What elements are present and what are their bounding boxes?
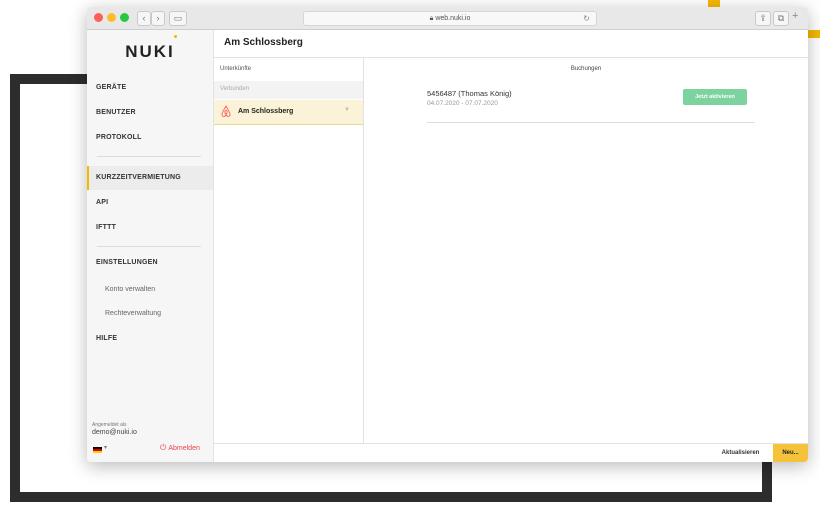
nav-item-devices[interactable]: GERÄTE [87,76,213,100]
group-label: Verbunden [220,86,250,92]
share-icon[interactable]: ⇪ [755,11,771,26]
logged-in-label: Angemeldet als [92,422,127,428]
sidebar-toggle-icon[interactable]: ▭ [169,11,187,26]
close-window-button[interactable] [94,13,103,22]
maximize-window-button[interactable] [120,13,129,22]
url-text: web.nuki.io [435,15,471,22]
sidebar: NUKI GERÄTE BENUTZER PROTOKOLL KURZZEITV… [87,30,214,462]
booking-dates: 04.07.2020 - 07.07.2020 [427,100,498,107]
footer-bar: Aktualisieren Neu... [214,443,808,462]
browser-titlebar: ‹ › ▭ 🔒︎ web.nuki.io ↻ ⇪ ⧉ + [87,7,808,30]
nav-item-rights-management[interactable]: Rechteverwaltung [87,304,213,324]
nav-item-ifttt[interactable]: IFTTT [87,216,213,240]
bookings-heading: Buchungen [570,66,602,72]
accommodations-heading: Unterkünfte [220,66,252,72]
new-button[interactable]: Neu... [773,444,808,462]
nuki-logo: NUKI [125,42,175,61]
accommodation-name: Am Schlossberg [238,108,294,115]
airbnb-icon [221,105,231,117]
nav-item-users[interactable]: BENUTZER [87,101,213,125]
nav-item-protocol[interactable]: PROTOKOLL [87,126,213,150]
language-dropdown-icon[interactable]: ▾ [104,444,107,451]
tabs-overview-icon[interactable]: ⧉ [773,11,789,26]
logout-label: Abmelden [168,445,200,452]
nav-item-settings[interactable]: EINSTELLUNGEN [87,251,213,275]
german-flag-icon[interactable] [93,447,102,453]
chevron-down-icon[interactable]: ▼ [344,107,350,113]
logo-dot-icon [174,35,177,38]
accommodations-panel: Unterkünfte Verbunden Am Schlossberg ▼ [214,58,364,443]
nav-divider [97,246,201,247]
nav-item-short-term-rental[interactable]: KURZZEITVERMIETUNG [87,166,213,190]
nav-divider [97,156,201,157]
activate-now-button[interactable]: Jetzt aktivieren [683,89,747,105]
new-tab-icon[interactable]: + [792,10,798,22]
background-yellow-accent-right [808,30,820,38]
minimize-window-button[interactable] [107,13,116,22]
page-header: Am Schlossberg [214,30,808,58]
booking-title: 5456487 (Thomas König) [427,89,512,98]
reload-icon[interactable]: ↻ [583,12,590,25]
booking-row: 5456487 (Thomas König) 04.07.2020 - 07.0… [427,86,755,123]
bookings-panel: Buchungen 5456487 (Thomas König) 04.07.2… [364,58,808,443]
forward-icon[interactable]: › [151,11,165,26]
refresh-button[interactable]: Aktualisieren [711,444,770,462]
accommodation-item[interactable]: Am Schlossberg ▼ [214,100,363,125]
back-icon[interactable]: ‹ [137,11,151,26]
logout-button[interactable]: ⏻ Abmelden [160,443,200,453]
logged-in-email: demo@nuki.io [92,429,137,436]
page-title: Am Schlossberg [224,37,303,48]
browser-window: ‹ › ▭ 🔒︎ web.nuki.io ↻ ⇪ ⧉ + NUKI GERÄTE… [87,7,808,462]
power-icon: ⏻ [160,443,167,452]
address-bar[interactable]: 🔒︎ web.nuki.io ↻ [303,11,597,26]
nav-item-help[interactable]: HILFE [87,327,213,351]
group-row-connected: Verbunden [214,81,363,99]
nav-item-manage-account[interactable]: Konto verwalten [87,280,213,300]
nav-item-api[interactable]: API [87,191,213,215]
